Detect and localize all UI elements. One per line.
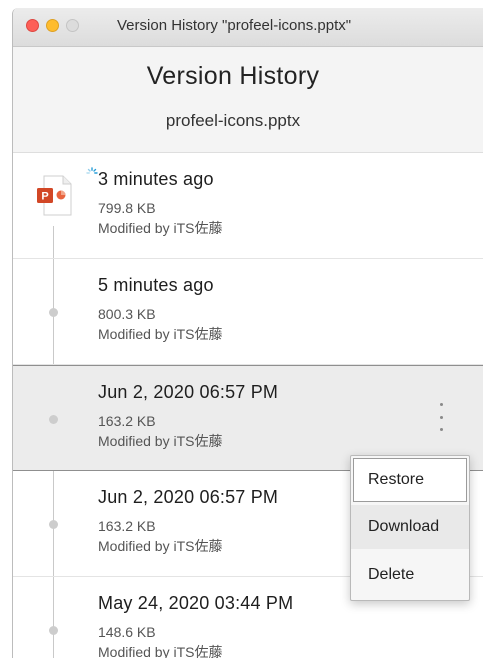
version-modified-by: Modified by iTS佐藤	[98, 538, 223, 554]
version-time: Jun 2, 2020 06:57 PM	[98, 487, 279, 507]
version-size: 163.2 KB	[98, 518, 156, 534]
svg-text:P: P	[41, 191, 48, 203]
version-modified-by: Modified by iTS佐藤	[98, 433, 223, 449]
powerpoint-file-icon: P	[37, 175, 72, 216]
file-name: profeel-icons.pptx	[165, 111, 301, 130]
timeline-dot	[49, 308, 58, 317]
delete-menu-item[interactable]: Delete	[351, 553, 469, 597]
more-vertical-icon[interactable]	[433, 403, 449, 431]
timeline-dot	[49, 415, 58, 424]
version-size: 163.2 KB	[98, 413, 156, 429]
header: Version History profeel-icons.pptx	[13, 47, 483, 153]
window-title: Version History "profeel-icons.pptx"	[117, 17, 352, 34]
version-time: 3 minutes ago	[98, 169, 214, 189]
version-modified-by: Modified by iTS佐藤	[98, 220, 223, 236]
restore-menu-item[interactable]: Restore	[353, 458, 467, 502]
minimize-window-button[interactable]	[46, 19, 59, 32]
close-window-button[interactable]	[26, 19, 39, 32]
version-history-window: Version History "profeel-icons.pptx" Ver…	[12, 8, 483, 658]
version-modified-by: Modified by iTS佐藤	[98, 326, 223, 342]
loading-spinner-icon	[86, 167, 98, 174]
version-size: 148.6 KB	[98, 624, 156, 640]
timeline-dot	[49, 626, 58, 635]
title-bar: Version History "profeel-icons.pptx"	[13, 8, 483, 47]
version-time: 5 minutes ago	[98, 275, 214, 295]
zoom-window-button[interactable]	[66, 19, 79, 32]
version-size: 799.8 KB	[98, 200, 156, 216]
version-context-menu: Restore Download Delete	[350, 455, 470, 601]
version-time: May 24, 2020 03:44 PM	[98, 593, 294, 613]
version-modified-by: Modified by iTS佐藤	[98, 644, 223, 658]
download-menu-item[interactable]: Download	[351, 505, 469, 549]
version-item[interactable]: 5 minutes ago 800.3 KB Modified by iTS佐藤	[13, 259, 483, 365]
version-item-current[interactable]: P 3 minutes ago 799.8 KB Modified by iTS…	[13, 153, 483, 259]
timeline-dot	[49, 520, 58, 529]
page-title: Version History	[146, 62, 320, 90]
version-size: 800.3 KB	[98, 306, 156, 322]
version-time: Jun 2, 2020 06:57 PM	[98, 382, 279, 402]
